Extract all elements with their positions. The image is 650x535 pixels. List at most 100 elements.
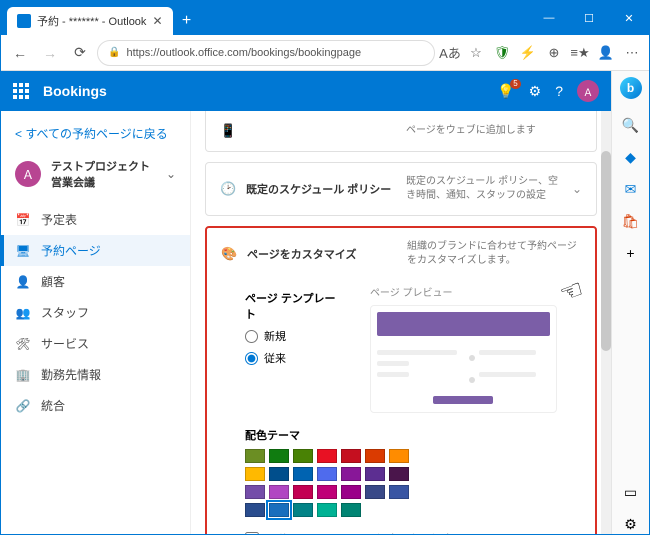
scrollbar-track[interactable] bbox=[601, 111, 611, 534]
back-link[interactable]: < すべての予約ページに戻る bbox=[1, 119, 190, 148]
color-swatch[interactable] bbox=[245, 485, 265, 499]
card-header-customize[interactable]: 🎨 ページをカスタマイズ 組織のブランドに合わせて予約ページをカスタマイズします… bbox=[207, 228, 595, 280]
color-swatch[interactable] bbox=[269, 449, 289, 463]
color-swatch[interactable] bbox=[317, 449, 337, 463]
color-swatch[interactable] bbox=[293, 485, 313, 499]
extensions-icon[interactable]: ⚡ bbox=[517, 42, 539, 64]
shopping-icon[interactable]: 🛍 bbox=[621, 211, 641, 231]
card-desc: 組織のブランドに合わせて予約ページをカスタマイズします。 bbox=[407, 240, 581, 268]
color-swatch[interactable] bbox=[317, 485, 337, 499]
sidebar-item-2[interactable]: 👤顧客 bbox=[1, 266, 190, 297]
project-selector[interactable]: Ａ テストプロジェクト営業会議 ⌄ bbox=[1, 148, 190, 200]
app-launcher-icon[interactable] bbox=[13, 83, 29, 99]
project-avatar: Ａ bbox=[15, 161, 41, 187]
window-maximize-button[interactable]: ☐ bbox=[569, 1, 609, 35]
nav-icon: 🛠 bbox=[15, 337, 31, 351]
color-swatch[interactable] bbox=[341, 503, 361, 517]
checkbox-usercolor[interactable]: 予約ページのユーザー設定の色を設定する bbox=[245, 531, 557, 534]
menu-icon[interactable]: ⋯ bbox=[621, 42, 643, 64]
nav-label: 統合 bbox=[41, 397, 65, 414]
color-swatch[interactable] bbox=[365, 467, 385, 481]
nav-back-button[interactable]: ← bbox=[7, 40, 33, 66]
nav-label: サービス bbox=[41, 335, 89, 352]
favorites-list-icon[interactable]: ≡★ bbox=[569, 42, 591, 64]
search-icon[interactable]: 🔍 bbox=[621, 115, 641, 135]
card-desc: ページをウェブに追加します bbox=[406, 124, 582, 138]
color-swatch[interactable] bbox=[317, 503, 337, 517]
bing-icon[interactable]: b bbox=[620, 77, 642, 99]
sidebar-item-6[interactable]: 🔗 統合 bbox=[1, 390, 190, 421]
window-close-button[interactable]: ✕ bbox=[609, 1, 649, 35]
sidebar-item-3[interactable]: 👥 スタッフ bbox=[1, 297, 190, 328]
color-swatch[interactable] bbox=[269, 467, 289, 481]
color-swatch[interactable] bbox=[389, 449, 409, 463]
card-header-schedule[interactable]: 🕑 既定のスケジュール ポリシー 既定のスケジュール ポリシー、空き時間、通知、… bbox=[206, 163, 596, 215]
template-label: ページ テンプレート bbox=[245, 290, 340, 322]
read-aloud-icon[interactable]: Aあ bbox=[439, 42, 461, 64]
account-avatar[interactable]: Ａ bbox=[577, 80, 599, 102]
outlook-icon[interactable]: ✉ bbox=[621, 179, 641, 199]
color-swatch[interactable] bbox=[317, 467, 337, 481]
nav-refresh-button[interactable]: ⟳ bbox=[67, 40, 93, 66]
sidebar-settings-icon[interactable]: ⚙ bbox=[621, 514, 641, 534]
window-minimize-button[interactable]: — bbox=[529, 1, 569, 35]
color-swatch[interactable] bbox=[269, 503, 289, 517]
sidebar: < すべての予約ページに戻る Ａ テストプロジェクト営業会議 ⌄ 📅予定表🖥予約… bbox=[1, 111, 191, 534]
url-text: https://outlook.office.com/bookings/book… bbox=[126, 47, 361, 59]
profile-icon[interactable]: 👤 bbox=[595, 42, 617, 64]
favorite-icon[interactable]: ☆ bbox=[465, 42, 487, 64]
settings-gear-icon[interactable]: ⚙ bbox=[529, 83, 542, 100]
edge-sidebar: b 🔍 ◆ ✉ 🛍 + ▭ ⚙ bbox=[611, 71, 649, 534]
chevron-down-icon[interactable]: ⌄ bbox=[572, 182, 582, 196]
app-header: Bookings 💡5 ⚙ ? Ａ bbox=[1, 71, 611, 111]
color-swatch[interactable] bbox=[269, 485, 289, 499]
color-swatch[interactable] bbox=[293, 449, 313, 463]
card-desc: 既定のスケジュール ポリシー、空き時間、通知、スタッフの設定 bbox=[406, 175, 562, 203]
sidebar-item-4[interactable]: 🛠 サービス bbox=[1, 328, 190, 359]
radio-new[interactable]: 新規 bbox=[245, 328, 340, 344]
tab-close-icon[interactable]: ✕ bbox=[152, 14, 162, 28]
card-title: ページをカスタマイズ bbox=[247, 246, 397, 262]
scrollbar-thumb[interactable] bbox=[601, 151, 611, 351]
sidebar-item-1[interactable]: 🖥予約ページ bbox=[1, 235, 190, 266]
color-swatch[interactable] bbox=[365, 449, 385, 463]
browser-tab[interactable]: 予約 - ******* - Outlook ✕ bbox=[7, 7, 173, 35]
color-swatch[interactable] bbox=[389, 485, 409, 499]
color-swatch[interactable] bbox=[245, 503, 265, 517]
page-preview bbox=[370, 305, 557, 413]
nav-icon: 👤 bbox=[15, 275, 31, 289]
notifications-icon[interactable]: 💡5 bbox=[497, 83, 514, 100]
nav-icon: 👥 bbox=[15, 306, 31, 320]
collections-icon[interactable]: ⊕ bbox=[543, 42, 565, 64]
nav-icon: 🏢 bbox=[15, 368, 31, 382]
tracking-icon[interactable]: 🛡 bbox=[491, 42, 513, 64]
address-bar: ← → ⟳ 🔒 https://outlook.office.com/booki… bbox=[1, 35, 649, 71]
color-swatches bbox=[245, 449, 415, 517]
help-icon[interactable]: ? bbox=[555, 83, 563, 99]
color-swatch[interactable] bbox=[293, 503, 313, 517]
preview-label: ページ プレビュー bbox=[370, 284, 557, 299]
color-swatch[interactable] bbox=[341, 449, 361, 463]
card-header-top[interactable]: 📱 x ページをウェブに追加します bbox=[206, 111, 596, 151]
color-swatch[interactable] bbox=[245, 467, 265, 481]
color-swatch[interactable] bbox=[389, 467, 409, 481]
sidebar-collapse-icon[interactable]: ▭ bbox=[621, 482, 641, 502]
color-swatch[interactable] bbox=[341, 467, 361, 481]
color-swatch[interactable] bbox=[245, 449, 265, 463]
project-name: テストプロジェクト営業会議 bbox=[51, 158, 156, 190]
nav-label: スタッフ bbox=[41, 304, 89, 321]
url-field[interactable]: 🔒 https://outlook.office.com/bookings/bo… bbox=[97, 40, 435, 66]
color-swatch[interactable] bbox=[341, 485, 361, 499]
sidebar-item-0[interactable]: 📅予定表 bbox=[1, 204, 190, 235]
new-tab-button[interactable]: + bbox=[173, 7, 201, 35]
sidebar-item-5[interactable]: 🏢 勤務先情報 bbox=[1, 359, 190, 390]
nav-label: 勤務先情報 bbox=[41, 366, 101, 383]
card-title: 既定のスケジュール ポリシー bbox=[246, 181, 396, 197]
radio-classic[interactable]: 従来 bbox=[245, 350, 340, 366]
copilot-icon[interactable]: ◆ bbox=[621, 147, 641, 167]
color-swatch[interactable] bbox=[365, 485, 385, 499]
nav-icon: 🔗 bbox=[15, 399, 31, 413]
plus-icon[interactable]: + bbox=[621, 243, 641, 263]
tab-favicon bbox=[17, 14, 31, 28]
color-swatch[interactable] bbox=[293, 467, 313, 481]
